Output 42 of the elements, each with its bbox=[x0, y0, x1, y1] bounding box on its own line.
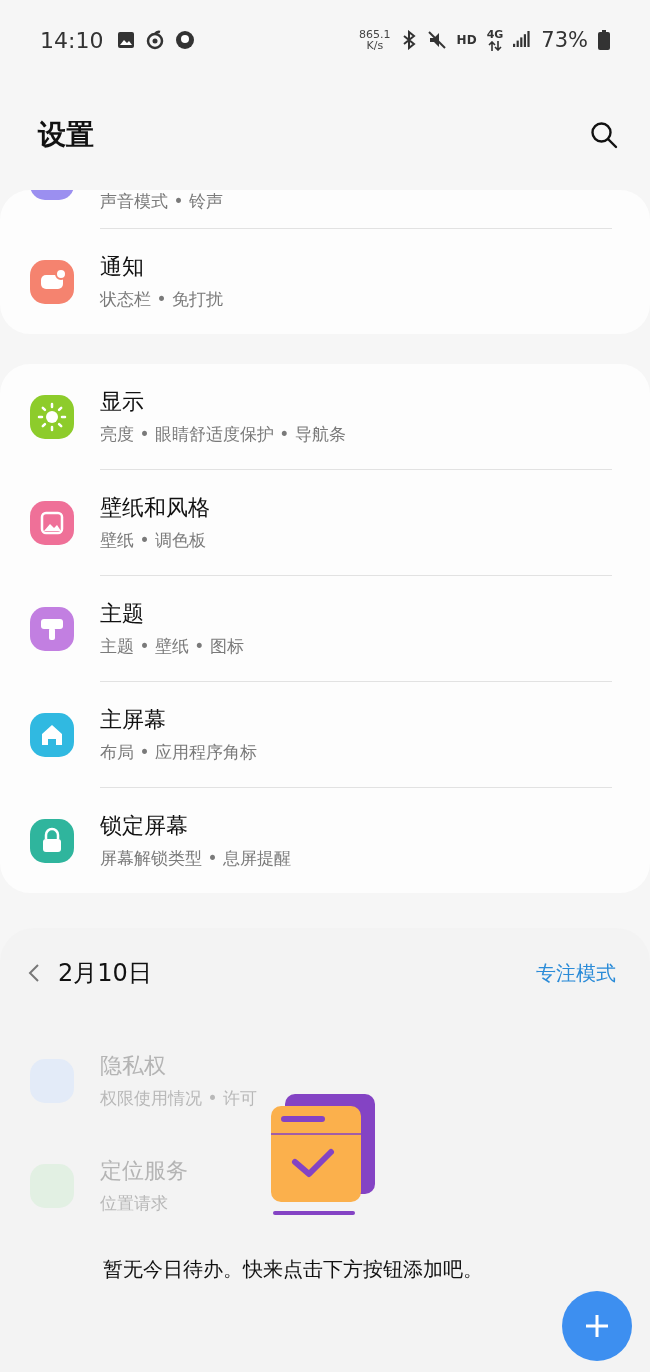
faded-item-title: 定位服务 bbox=[100, 1157, 188, 1185]
item-title: 主屏幕 bbox=[100, 706, 167, 734]
settings-item[interactable]: 主题 主题 • 壁纸 • 图标 bbox=[0, 576, 650, 681]
item-subtitle: 壁纸 • 调色板 bbox=[100, 529, 207, 552]
item-title: 通知 bbox=[100, 253, 145, 281]
faded-item-title: 隐私权 bbox=[100, 1052, 167, 1080]
settings-item[interactable]: 通知 状态栏 • 免打扰 bbox=[0, 229, 650, 334]
item-title: 显示 bbox=[100, 388, 145, 416]
item-title: 壁纸和风格 bbox=[100, 494, 210, 522]
date-label: 2月10日 bbox=[58, 958, 152, 989]
mute-icon bbox=[426, 30, 447, 50]
settings-item[interactable]: 锁定屏幕 屏幕解锁类型 • 息屏提醒 bbox=[0, 788, 650, 893]
network-speed: 865.1 K/s bbox=[359, 29, 391, 51]
settings-item[interactable]: 显示 亮度 • 眼睛舒适度保护 • 导航条 bbox=[0, 364, 650, 469]
swirl-icon bbox=[145, 30, 166, 50]
faded-item-subtitle: 权限使用情况 • 许可 bbox=[100, 1087, 257, 1110]
settings-item[interactable]: 壁纸和风格 壁纸 • 调色板 bbox=[0, 470, 650, 575]
item-title: 主题 bbox=[100, 600, 145, 628]
status-time: 14:10 bbox=[40, 27, 104, 53]
item-subtitle: 布局 • 应用程序角标 bbox=[100, 741, 257, 764]
empty-message: 暂无今日待办。快来点击下方按钮添加吧。 bbox=[103, 1256, 483, 1283]
network-type: 4G bbox=[486, 29, 504, 41]
data-arrows-icon bbox=[487, 41, 502, 51]
faded-item-subtitle: 位置请求 bbox=[100, 1192, 169, 1215]
signal-icon bbox=[513, 31, 532, 49]
item-subtitle: 声音模式 • 铃声 bbox=[100, 190, 223, 213]
plus-icon bbox=[584, 1313, 610, 1339]
search-icon[interactable] bbox=[590, 121, 618, 149]
item-subtitle: 亮度 • 眼睛舒适度保护 • 导航条 bbox=[100, 423, 346, 446]
battery-percent: 73% bbox=[541, 28, 588, 52]
item-subtitle: 屏幕解锁类型 • 息屏提醒 bbox=[100, 847, 291, 870]
page-title: 设置 bbox=[38, 117, 94, 153]
settings-item[interactable]: 主屏幕 布局 • 应用程序角标 bbox=[0, 682, 650, 787]
circle-app-icon bbox=[175, 30, 196, 50]
back-chevron-icon[interactable] bbox=[28, 963, 40, 983]
item-title: 锁定屏幕 bbox=[100, 812, 189, 840]
image-icon bbox=[117, 31, 136, 49]
hd-label: HD bbox=[456, 33, 477, 47]
item-subtitle: 状态栏 • 免打扰 bbox=[100, 288, 223, 311]
item-subtitle: 主题 • 壁纸 • 图标 bbox=[100, 635, 244, 658]
settings-item[interactable]: 声音模式 • 铃声 bbox=[0, 190, 650, 228]
battery-icon bbox=[598, 30, 610, 50]
